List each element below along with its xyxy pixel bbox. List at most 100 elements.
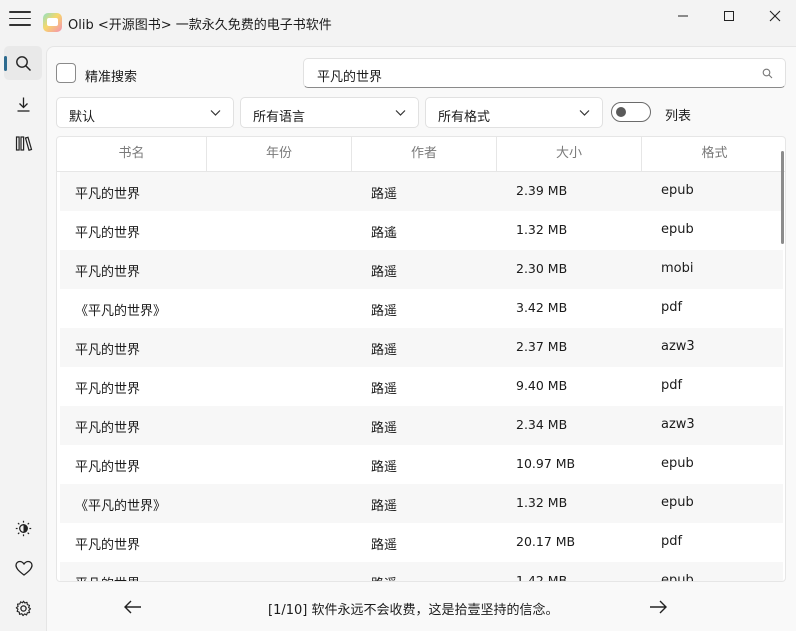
cell-size: 2.34 MB bbox=[516, 417, 568, 432]
table-row[interactable]: 平凡的世界 路遥 2.30 MB mobi bbox=[60, 250, 783, 289]
library-icon bbox=[15, 136, 33, 151]
cell-title: 平凡的世界 bbox=[75, 460, 141, 475]
rail-item-library[interactable] bbox=[4, 126, 42, 160]
cell-format: azw3 bbox=[661, 339, 695, 354]
language-dropdown[interactable]: 所有语言 bbox=[240, 97, 419, 128]
table-row[interactable]: 《平凡的世界》 路遥 1.32 MB epub bbox=[60, 484, 783, 523]
sort-dropdown[interactable]: 默认 bbox=[56, 97, 234, 128]
results-table: 书名 年份 作者 大小 格式 平凡的世界 路遥 2.39 MB epub 平凡的世界 路遙… bbox=[56, 136, 786, 582]
table-row[interactable]: 平凡的世界 路遥 10.97 MB epub bbox=[60, 445, 783, 484]
app-logo-icon bbox=[43, 13, 62, 32]
cell-title: 平凡的世界 bbox=[75, 226, 141, 241]
heart-icon bbox=[15, 560, 33, 576]
list-view-toggle[interactable] bbox=[611, 102, 651, 122]
table-row[interactable]: 《平凡的世界》 路遥 3.42 MB pdf bbox=[60, 289, 783, 328]
chevron-down-icon bbox=[210, 110, 221, 116]
window-title: Olib <开源图书> 一款永久免费的电子书软件 bbox=[68, 18, 332, 33]
close-icon bbox=[769, 10, 781, 22]
table-row[interactable]: 平凡的世界 路遙 1.32 MB epub bbox=[60, 211, 783, 250]
cell-author: 路遥 bbox=[371, 421, 398, 436]
search-icon bbox=[16, 56, 32, 72]
cell-size: 2.30 MB bbox=[516, 261, 568, 276]
cell-format: epub bbox=[661, 183, 694, 198]
table-row[interactable]: 平凡的世界 路遥 2.34 MB azw3 bbox=[60, 406, 783, 445]
cell-title: 平凡的世界 bbox=[75, 187, 141, 202]
theme-icon bbox=[15, 520, 32, 537]
cell-author: 路遥 bbox=[371, 265, 398, 280]
column-header-title[interactable]: 书名 bbox=[57, 137, 207, 171]
column-header-author[interactable]: 作者 bbox=[352, 137, 497, 171]
maximize-button[interactable] bbox=[706, 0, 752, 32]
chevron-down-icon bbox=[395, 110, 406, 116]
close-button[interactable] bbox=[752, 0, 796, 32]
rail-item-theme[interactable] bbox=[4, 511, 42, 545]
table-row[interactable]: 平凡的世界 路遥 20.17 MB pdf bbox=[60, 523, 783, 562]
toggle-knob bbox=[616, 107, 626, 117]
rail-item-donate[interactable] bbox=[4, 551, 42, 585]
table-row[interactable]: 平凡的世界 路遥 9.40 MB pdf bbox=[60, 367, 783, 406]
cell-title: 平凡的世界 bbox=[75, 343, 141, 358]
cell-title: 平凡的世界 bbox=[75, 421, 141, 436]
cell-format: azw3 bbox=[661, 417, 695, 432]
table-body: 平凡的世界 路遥 2.39 MB epub 平凡的世界 路遙 1.32 MB epub 平凡的世… bbox=[57, 172, 785, 582]
cell-size: 1.32 MB bbox=[516, 222, 568, 237]
cell-format: pdf bbox=[661, 378, 683, 393]
cell-format: epub bbox=[661, 456, 694, 471]
cell-author: 路遥 bbox=[371, 187, 398, 202]
precise-search-label: 精准搜索 bbox=[85, 70, 138, 85]
cell-format: pdf bbox=[661, 534, 683, 549]
scrollbar[interactable] bbox=[781, 151, 784, 244]
cell-author: 路遥 bbox=[371, 343, 398, 358]
cell-size: 1.42 MB bbox=[516, 573, 568, 582]
arrow-left-icon bbox=[124, 600, 141, 614]
cell-format: epub bbox=[661, 222, 694, 237]
minimize-icon bbox=[678, 15, 688, 17]
table-row[interactable]: 平凡的世界 路遥 2.39 MB epub bbox=[60, 172, 783, 211]
cell-title: 平凡的世界 bbox=[75, 573, 140, 581]
column-header-size[interactable]: 大小 bbox=[497, 137, 642, 171]
table-header: 书名 年份 作者 大小 格式 bbox=[57, 137, 785, 172]
cell-author: 路遥 bbox=[371, 573, 397, 581]
search-query: 平凡的世界 bbox=[317, 70, 383, 85]
list-view-label: 列表 bbox=[665, 109, 692, 124]
table-row[interactable]: 平凡的世界 路遥 2.37 MB azw3 bbox=[60, 328, 783, 367]
cell-title: 《平凡的世界》 bbox=[75, 304, 167, 319]
table-row[interactable]: 平凡的世界 路遥 1.42 MB epub bbox=[60, 562, 783, 582]
prev-page-button[interactable] bbox=[118, 596, 148, 618]
cell-title: 平凡的世界 bbox=[75, 382, 141, 397]
arrow-right-icon bbox=[650, 600, 667, 614]
menu-icon[interactable] bbox=[9, 11, 31, 27]
format-dropdown-value: 所有格式 bbox=[438, 110, 491, 125]
cell-size: 20.17 MB bbox=[516, 534, 576, 549]
download-icon bbox=[17, 97, 30, 112]
search-input[interactable]: 平凡的世界 bbox=[303, 58, 786, 88]
precise-search-checkbox[interactable] bbox=[56, 63, 76, 83]
active-indicator bbox=[4, 56, 7, 71]
title-bar: Olib <开源图书> 一款永久免费的电子书软件 bbox=[0, 0, 796, 36]
cell-format: pdf bbox=[661, 300, 683, 315]
cell-author: 路遥 bbox=[371, 538, 398, 553]
cell-title: 平凡的世界 bbox=[75, 265, 141, 280]
format-dropdown[interactable]: 所有格式 bbox=[425, 97, 603, 128]
minimize-button[interactable] bbox=[660, 0, 706, 32]
column-header-format[interactable]: 格式 bbox=[642, 137, 785, 171]
cell-size: 3.42 MB bbox=[516, 300, 568, 315]
cell-title: 平凡的世界 bbox=[75, 538, 141, 553]
cell-size: 9.40 MB bbox=[516, 378, 568, 393]
rail-item-settings[interactable] bbox=[4, 591, 42, 625]
maximize-icon bbox=[724, 11, 734, 21]
cell-size: 1.32 MB bbox=[516, 495, 568, 510]
rail-item-download[interactable] bbox=[4, 87, 42, 121]
cell-size: 2.37 MB bbox=[516, 339, 568, 354]
cell-format: mobi bbox=[661, 261, 694, 276]
chevron-down-icon bbox=[579, 110, 590, 116]
cell-author: 路遥 bbox=[371, 499, 398, 514]
gear-icon bbox=[15, 600, 32, 617]
rail-item-search[interactable] bbox=[4, 46, 42, 80]
search-icon[interactable] bbox=[762, 68, 773, 79]
next-page-button[interactable] bbox=[643, 596, 673, 618]
sort-dropdown-value: 默认 bbox=[69, 110, 96, 125]
language-dropdown-value: 所有语言 bbox=[253, 110, 306, 125]
column-header-year[interactable]: 年份 bbox=[207, 137, 352, 171]
cell-size: 2.39 MB bbox=[516, 183, 568, 198]
